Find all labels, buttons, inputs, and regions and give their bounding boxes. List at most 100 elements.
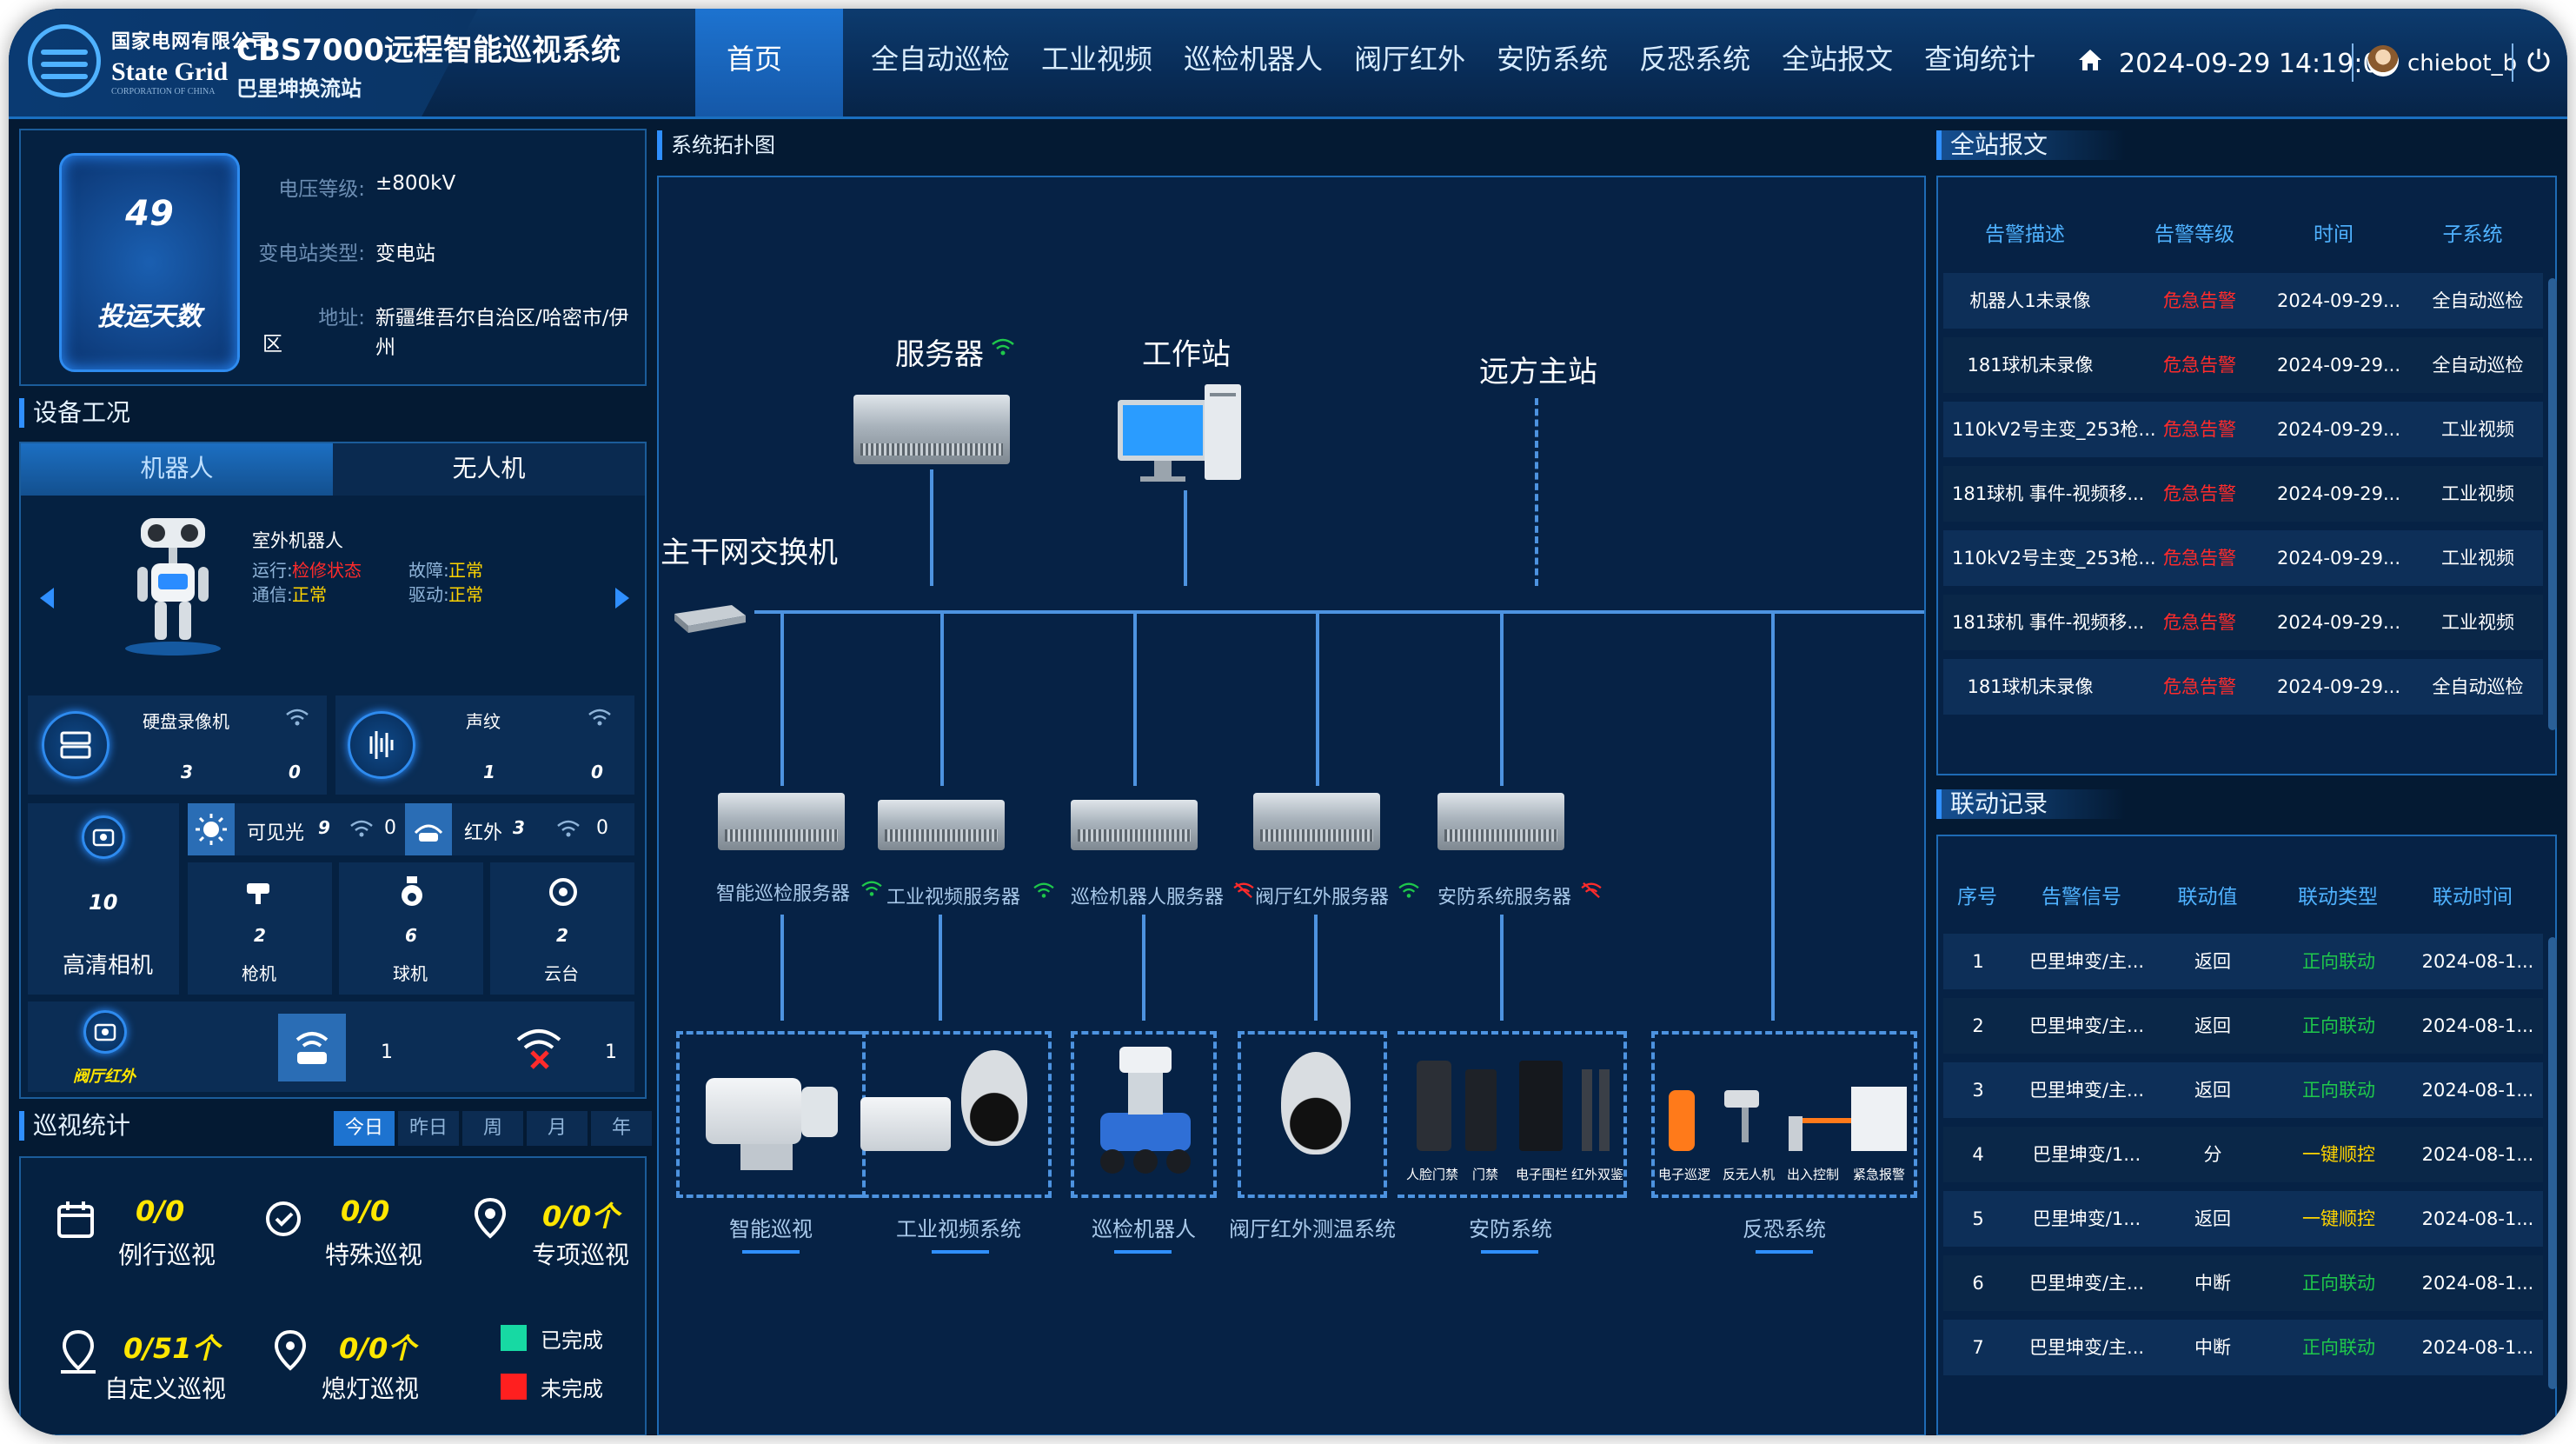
table-row[interactable]: 4 巴里坤变/1... 分 一键顺控 2024-08-1... — [1943, 1127, 2543, 1182]
electric-fence-label: 电子围栏 — [1516, 1167, 1569, 1182]
table-cell: 7 — [1972, 1337, 1984, 1358]
tab-drone[interactable]: 无人机 — [333, 443, 645, 496]
table-row[interactable]: 3 巴里坤变/主... 返回 正向联动 2024-08-1... — [1943, 1062, 2543, 1118]
ptz-base-image — [740, 1144, 793, 1170]
server-wifi-icon — [1033, 882, 1054, 898]
hd-camera-card[interactable]: 10 高清相机 — [28, 803, 179, 995]
anti-drone-image — [1724, 1090, 1759, 1142]
link-line — [1500, 612, 1504, 786]
home-icon[interactable] — [2077, 47, 2103, 73]
col-subsystem: 子系统 — [2442, 223, 2503, 246]
nvr-card[interactable]: 硬盘录像机 3 0 — [28, 695, 327, 795]
messages-scrollbar[interactable] — [2548, 278, 2557, 730]
tab-today[interactable]: 今日 — [334, 1111, 395, 1146]
nav-home[interactable]: 首页 — [695, 9, 844, 116]
smart-patrol-box[interactable] — [676, 1031, 866, 1198]
table-row[interactable]: 1 巴里坤变/主... 返回 正向联动 2024-08-1... — [1943, 934, 2543, 989]
access-label: 门禁 — [1472, 1167, 1499, 1182]
ptz-count: 2 — [556, 925, 568, 946]
tab-year[interactable]: 年 — [591, 1111, 652, 1146]
linkage-records-title: 联动记录 — [1936, 789, 2127, 819]
table-row[interactable]: 181球机 事件-视频移... 危急告警 2024-09-29... 工业视频 — [1943, 466, 2543, 522]
table-cell: 危急告警 — [2163, 355, 2236, 376]
ptz-card[interactable]: 2 云台 — [490, 862, 634, 995]
table-row[interactable]: 181球机未录像 危急告警 2024-09-29... 全自动巡检 — [1943, 337, 2543, 393]
tab-week[interactable]: 周 — [462, 1111, 523, 1146]
completed-legend-swatch — [501, 1325, 527, 1351]
security-system-box[interactable]: 人脸门禁 门禁 电子围栏 红外双鉴 — [1398, 1031, 1623, 1198]
link-line — [1314, 915, 1318, 1021]
robot-server-image — [1071, 800, 1198, 850]
valve-ir-server-image — [1253, 793, 1380, 850]
table-cell: 5 — [1972, 1208, 1984, 1229]
nav-auto-inspection[interactable]: 全自动巡检 — [855, 9, 1026, 116]
table-row[interactable]: 7 巴里坤变/主... 中断 正向联动 2024-08-1... — [1943, 1320, 2543, 1375]
table-row[interactable]: 5 巴里坤变/1... 返回 一键顺控 2024-08-1... — [1943, 1191, 2543, 1247]
tab-month[interactable]: 月 — [527, 1111, 588, 1146]
table-cell: 2024-09-29... — [2276, 355, 2401, 376]
server-wifi-icon — [861, 881, 882, 896]
power-icon[interactable] — [2526, 47, 2552, 73]
table-cell: 181球机 事件-视频移... — [1952, 612, 2145, 633]
e-patrol-label: 电子巡逻 — [1658, 1167, 1711, 1182]
backbone-bus-line — [754, 610, 1924, 614]
next-robot-arrow-icon[interactable] — [615, 588, 629, 609]
inspection-robot-box[interactable] — [1071, 1031, 1217, 1198]
table-row[interactable]: 181球机 事件-视频移... 危急告警 2024-09-29... 工业视频 — [1943, 595, 2543, 650]
ir-beam-image — [1582, 1069, 1592, 1151]
nav-antiterror-system[interactable]: 反恐系统 — [1623, 9, 1766, 116]
table-row[interactable]: 2 巴里坤变/主... 返回 正向联动 2024-08-1... — [1943, 998, 2543, 1054]
industrial-video-box[interactable] — [852, 1031, 1052, 1198]
ir-beam-image — [1599, 1069, 1610, 1151]
wifi-offline-icon — [516, 1029, 561, 1069]
antiterror-system-box[interactable]: 电子巡逻 反无人机 出入控制 紧急报警 — [1651, 1031, 1917, 1198]
routine-patrol-label: 例行巡视 — [118, 1241, 216, 1269]
nav-inspection-robot[interactable]: 巡检机器人 — [1168, 9, 1338, 116]
valve-ir-box[interactable] — [1238, 1031, 1387, 1198]
ball-camera-icon — [402, 876, 422, 906]
header-separator — [2352, 43, 2354, 82]
tab-yesterday[interactable]: 昨日 — [398, 1111, 459, 1146]
robot-run-label: 运行: — [252, 560, 293, 581]
robot-fault-value: 正常 — [448, 560, 483, 581]
nav-security-system[interactable]: 安防系统 — [1481, 9, 1623, 116]
table-row[interactable]: 110kV2号主变_253枪... 危急告警 2024-09-29... 工业视频 — [1943, 530, 2543, 586]
table-cell: 2024-09-29... — [2276, 676, 2401, 697]
table-row[interactable]: 6 巴里坤变/主... 中断 正向联动 2024-08-1... — [1943, 1255, 2543, 1311]
link-line — [1184, 490, 1187, 586]
lights-off-patrol-icon — [274, 1329, 307, 1371]
tab-robot[interactable]: 机器人 — [21, 443, 333, 496]
table-cell: 返回 — [2194, 1080, 2231, 1101]
user-avatar[interactable] — [2367, 45, 2399, 77]
router-online-icon — [295, 1032, 329, 1064]
valve-dome-camera-image — [1281, 1052, 1351, 1155]
username[interactable]: chiebot_b — [2407, 50, 2517, 77]
table-cell: 2024-08-1... — [2421, 1208, 2534, 1229]
anti-drone-label: 反无人机 — [1723, 1167, 1776, 1182]
table-row[interactable]: 110kV2号主变_253枪... 危急告警 2024-09-29... 工业视频 — [1943, 402, 2543, 457]
station-messages-title: 全站报文 — [1936, 130, 2127, 160]
nav-industrial-video[interactable]: 工业视频 — [1026, 9, 1168, 116]
table-row[interactable]: 机器人1未录像 危急告警 2024-09-29... 全自动巡检 — [1943, 273, 2543, 329]
table-row[interactable]: 181球机未录像 危急告警 2024-09-29... 全自动巡检 — [1943, 659, 2543, 715]
server-wifi-offline-icon — [1581, 882, 1602, 899]
main-server-image — [853, 395, 1010, 464]
prev-robot-arrow-icon[interactable] — [40, 588, 54, 609]
nav-query-stats[interactable]: 查询统计 — [1909, 9, 2051, 116]
robot-run-value: 检修状态 — [292, 560, 362, 581]
linkage-scrollbar[interactable] — [2548, 937, 2557, 1389]
nav-station-messages[interactable]: 全站报文 — [1766, 9, 1909, 116]
header-separator — [2512, 43, 2513, 82]
link-line — [1133, 612, 1137, 786]
sound-card[interactable]: 声纹 1 0 — [335, 695, 634, 795]
table-cell: 返回 — [2194, 1208, 2231, 1229]
ball-camera-card[interactable]: 6 球机 — [339, 862, 483, 995]
valve-infrared-row[interactable]: 阀厅红外 1 1 — [28, 1001, 634, 1092]
table-cell: 2024-08-1... — [2421, 1015, 2534, 1036]
table-cell: 返回 — [2194, 1015, 2231, 1036]
gun-camera-card[interactable]: 2 枪机 — [188, 862, 332, 995]
table-cell: 工业视频 — [2441, 483, 2514, 504]
link-line — [1142, 915, 1145, 1021]
nav-valve-infrared[interactable]: 阀厅红外 — [1338, 9, 1481, 116]
security-server-label: 安防系统服务器 — [1437, 887, 1572, 908]
